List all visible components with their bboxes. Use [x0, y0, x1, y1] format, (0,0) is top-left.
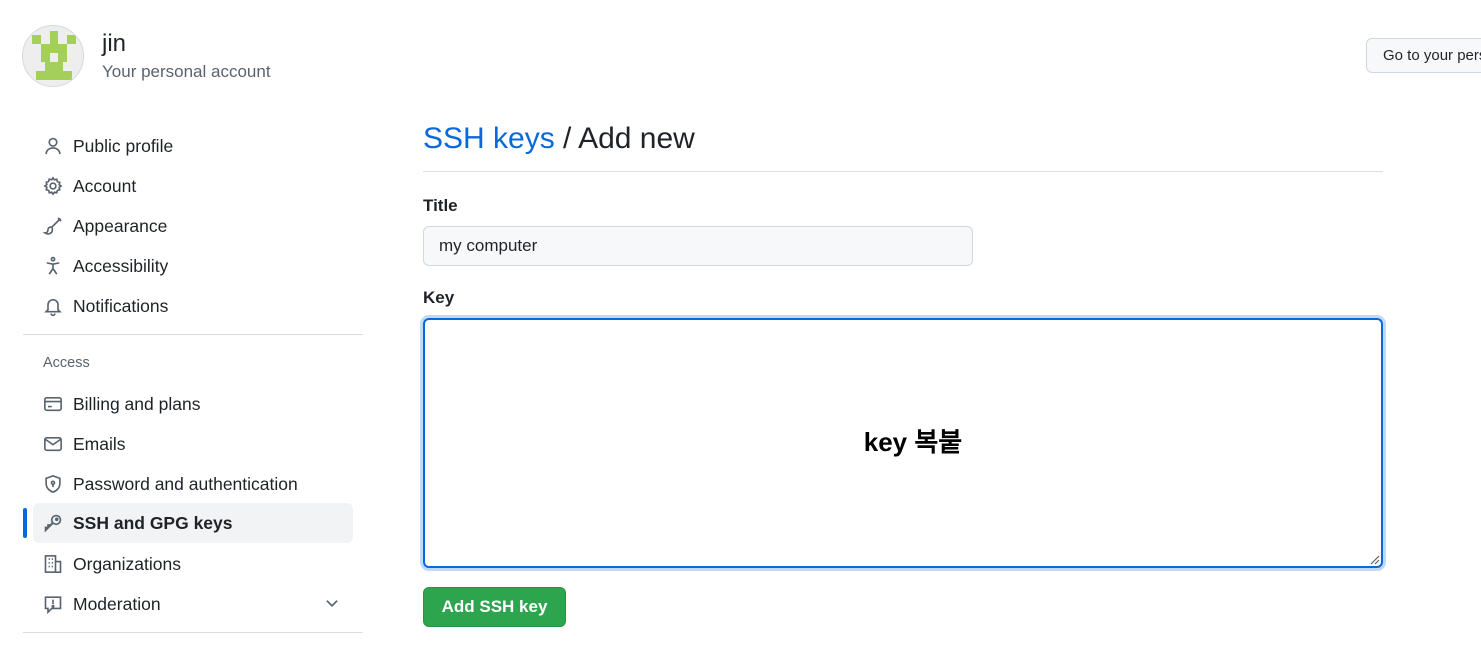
sidebar-item-label: Moderation: [73, 593, 161, 614]
user-name[interactable]: jin: [102, 30, 126, 58]
sidebar-item-label: Notifications: [73, 295, 169, 316]
title-label: Title: [423, 196, 458, 215]
sidebar-item-organizations[interactable]: Organizations: [33, 544, 353, 584]
sidebar-item-label: Emails: [73, 433, 126, 454]
breadcrumb-ssh-keys-link[interactable]: SSH keys: [423, 122, 555, 155]
key-label: Key: [423, 288, 455, 307]
title-input[interactable]: [423, 226, 973, 266]
heading-divider: [423, 171, 1383, 172]
chevron-down-icon[interactable]: [323, 594, 341, 612]
credit-card-icon: [33, 384, 73, 424]
gear-icon: [33, 166, 73, 206]
sidebar-item-label: Organizations: [73, 553, 181, 574]
sidebar-item-emails[interactable]: Emails: [33, 424, 353, 464]
mail-icon: [33, 424, 73, 464]
sidebar-item-moderation[interactable]: Moderation: [33, 584, 353, 624]
active-item-indicator: [23, 508, 27, 538]
page-title: SSH keys / Add new: [423, 122, 695, 156]
sidebar-item-label: SSH and GPG keys: [73, 512, 233, 533]
key-icon: [33, 503, 73, 543]
sidebar-item-billing[interactable]: Billing and plans: [33, 384, 353, 424]
bell-icon: [33, 286, 73, 326]
sidebar-item-label: Billing and plans: [73, 393, 201, 414]
sidebar-item-label: Public profile: [73, 135, 174, 156]
sidebar-item-label: Accessibility: [73, 255, 169, 276]
shield-icon: [33, 464, 73, 504]
sidebar-item-public-profile[interactable]: Public profile: [33, 126, 353, 166]
breadcrumb-current: / Add new: [554, 122, 695, 155]
account-type-label: Your personal account: [102, 62, 271, 81]
report-icon: [33, 584, 73, 624]
sidebar-item-appearance[interactable]: Appearance: [33, 206, 353, 246]
sidebar-item-label: Account: [73, 175, 137, 196]
organization-icon: [33, 544, 73, 584]
avatar[interactable]: [22, 25, 84, 87]
person-icon: [33, 126, 73, 166]
sidebar-item-account[interactable]: Account: [33, 166, 353, 206]
go-to-profile-button[interactable]: Go to your personal profile: [1366, 38, 1481, 73]
sidebar-item-accessibility[interactable]: Accessibility: [33, 246, 353, 286]
paintbrush-icon: [33, 206, 73, 246]
key-textarea[interactable]: [423, 318, 1383, 568]
sidebar-item-ssh-gpg-keys[interactable]: SSH and GPG keys: [33, 503, 353, 543]
resize-handle-icon[interactable]: [1368, 553, 1380, 565]
sidebar-item-notifications[interactable]: Notifications: [33, 286, 353, 326]
sidebar-item-password-authentication[interactable]: Password and authentication: [33, 464, 353, 504]
sidebar-divider: [23, 334, 363, 335]
add-ssh-key-button[interactable]: Add SSH key: [423, 587, 566, 627]
sidebar-item-label: Password and authentication: [73, 473, 298, 494]
sidebar-divider: [23, 632, 363, 633]
sidebar-section-access: Access: [43, 355, 90, 371]
sidebar-item-label: Appearance: [73, 215, 168, 236]
accessibility-icon: [33, 246, 73, 286]
